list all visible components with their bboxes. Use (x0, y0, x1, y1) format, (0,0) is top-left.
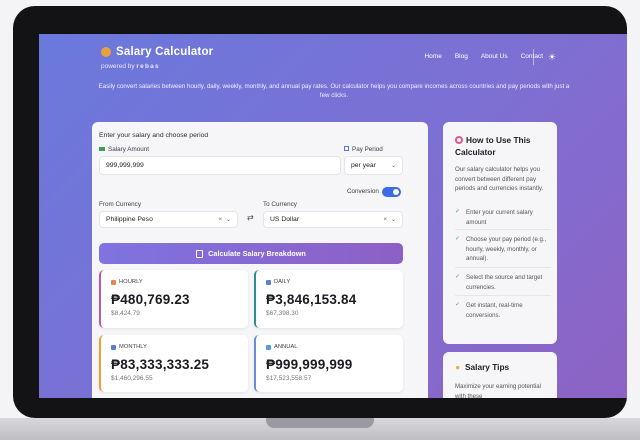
how-to-intro: Our salary calculator helps you convert … (455, 166, 544, 192)
nav-blog[interactable]: Blog (455, 53, 468, 60)
result-converted: $67,398.30 (266, 310, 299, 317)
from-currency-label: From Currency (99, 201, 141, 208)
site-header: Salary Calculator powered by rebas Home … (39, 34, 627, 110)
from-currency-select[interactable]: Philippine Peso × ⌄ (99, 211, 238, 228)
target-icon (455, 136, 463, 144)
how-to-step: ✓ Choose your pay period (e.g., hourly, w… (455, 229, 551, 264)
laptop-notch (266, 418, 374, 428)
result-annual: ANNUAL ₱999,999,999 $17,523,558.57 (254, 335, 403, 392)
powered-by: powered by rebas (101, 63, 160, 70)
theme-toggle-sun-icon[interactable]: ☀ (547, 52, 557, 62)
how-to-step: ✓ Get instant, real-time conversions. (455, 295, 551, 320)
result-hourly: HOURLY ₱480,769.23 $8,424.79 (99, 270, 248, 328)
result-daily: DAILY ₱3,846,153.84 $67,398.30 (254, 270, 403, 328)
main-nav: Home Blog About Us Contact (424, 53, 543, 60)
result-converted: $8,424.79 (111, 310, 140, 317)
salary-input[interactable]: 999,999,999 (99, 156, 341, 175)
to-currency-label: To Currency (263, 201, 297, 208)
conversion-toggle[interactable] (382, 187, 401, 197)
calendar-icon (344, 146, 349, 151)
pay-period-select[interactable]: per year ⌄ (344, 156, 403, 175)
calendar-icon (266, 279, 271, 285)
tips-text: Maximize your earning potential with the… (455, 383, 542, 398)
clear-icon[interactable]: × (218, 217, 222, 223)
form-heading: Enter your salary and choose period (99, 132, 209, 139)
clock-icon (111, 279, 116, 285)
powered-by-brand: rebas (136, 63, 160, 70)
chart-icon (266, 344, 271, 350)
nav-about[interactable]: About Us (481, 53, 508, 60)
nav-home[interactable]: Home (424, 53, 441, 60)
nav-divider (533, 49, 534, 65)
result-converted: $1,460,296.55 (111, 375, 153, 382)
check-icon: ✓ (455, 274, 461, 280)
money-bag-icon (101, 47, 111, 57)
chevron-down-icon: ⌄ (225, 217, 231, 223)
result-value: ₱999,999,999 (266, 357, 353, 372)
result-value: ₱83,333,333.25 (111, 357, 210, 372)
result-value: ₱3,846,153.84 (266, 292, 357, 307)
swap-currency-icon[interactable]: ⇄ (247, 213, 254, 222)
how-to-step: ✓ Select the source and target currencies… (455, 267, 551, 292)
result-converted: $17,523,558.57 (266, 375, 312, 382)
salary-tips-card: ● Salary Tips Maximize your earning poten… (443, 352, 557, 398)
result-value: ₱480,769.23 (111, 292, 190, 307)
lightbulb-icon: ● (455, 362, 461, 372)
tips-title: ● Salary Tips (455, 362, 510, 372)
calculate-button[interactable]: Calculate Salary Breakdown (99, 243, 403, 264)
nav-contact[interactable]: Contact (521, 53, 543, 60)
how-to-title: How to Use This Calculator (455, 135, 531, 157)
check-icon: ✓ (455, 236, 461, 242)
pay-period-label: Pay Period (344, 146, 383, 153)
page-description: Easily convert salaries between hourly, … (98, 83, 570, 99)
salary-label: Salary Amount (99, 146, 149, 153)
chevron-down-icon: ⌄ (390, 163, 396, 169)
result-monthly: MONTHLY ₱83,333,333.25 $1,460,296.55 (99, 335, 248, 392)
check-icon: ✓ (455, 302, 461, 308)
how-to-card: How to Use This Calculator Our salary ca… (443, 122, 557, 344)
brand[interactable]: Salary Calculator (101, 46, 213, 58)
conversion-label: Conversion (347, 188, 379, 195)
site-title: Salary Calculator (116, 46, 214, 58)
flag-icon (99, 147, 105, 151)
to-currency-select[interactable]: US Dollar × ⌄ (263, 211, 403, 228)
chevron-down-icon: ⌄ (390, 217, 396, 223)
check-icon: ✓ (455, 209, 461, 215)
calculator-icon (196, 249, 204, 258)
calendar-icon (111, 344, 116, 350)
clear-icon[interactable]: × (383, 217, 387, 223)
how-to-step: ✓ Enter your current salary amount (455, 209, 533, 226)
